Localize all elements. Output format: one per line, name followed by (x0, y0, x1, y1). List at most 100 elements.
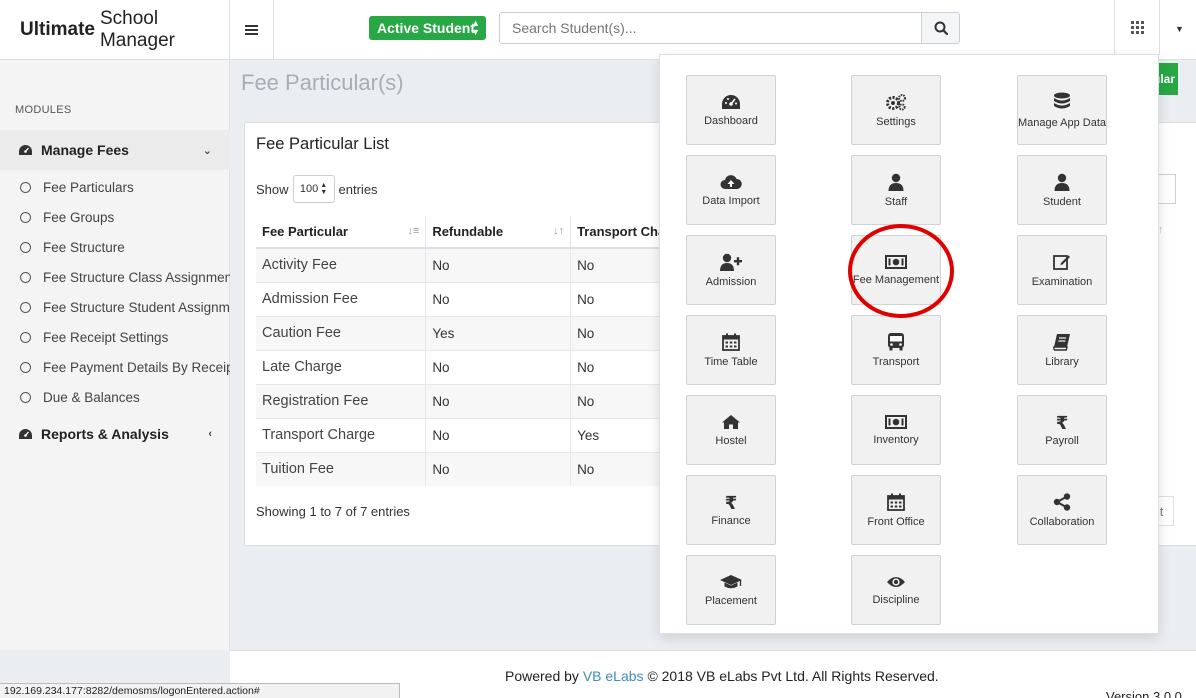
circle-icon (20, 241, 31, 253)
student-status-select[interactable]: Active Student ▲ ▼ (369, 16, 486, 40)
edit-icon (1053, 254, 1070, 270)
sidebar-group-manage-fees[interactable]: Manage Fees ⌄ (0, 130, 230, 170)
page-length-select[interactable]: 100 ▲ ▼ (292, 175, 335, 203)
app-tile-dashboard[interactable]: Dashboard (686, 75, 776, 145)
app-tile-staff[interactable]: Staff (851, 155, 941, 225)
calendar-icon (887, 493, 905, 511)
modules-section-label: MODULES (15, 104, 72, 116)
circle-icon (20, 331, 31, 343)
table-row[interactable]: Caution Fee Yes No (256, 315, 686, 350)
sidebar-item-fee-receipt-settings[interactable]: Fee Receipt Settings (0, 322, 230, 352)
table-row[interactable]: Activity Fee No No (256, 247, 686, 282)
sidebar-item-fee-structure-class-assignment[interactable]: Fee Structure Class Assignment (0, 262, 230, 292)
money-icon (885, 254, 907, 269)
graduation-cap-icon (720, 574, 742, 588)
apps-grid-button[interactable] (1114, 0, 1160, 55)
sidebar-item-due-balances[interactable]: Due & Balances (0, 382, 230, 412)
fee-particular-list-panel: Fee Particular List Show 100 ▲ ▼ entries … (244, 122, 686, 546)
menu-toggle-button[interactable] (230, 0, 274, 60)
book-icon (1053, 333, 1070, 351)
app-tile-data-import[interactable]: Data Import (686, 155, 776, 225)
student-search-input[interactable] (499, 12, 921, 44)
circle-icon (20, 301, 31, 313)
up-down-caret-icon: ▲ ▼ (471, 18, 480, 37)
table-row[interactable]: Registration Fee No No (256, 383, 686, 418)
logo-rest-text: School Manager (99, 8, 175, 51)
money-icon (885, 414, 907, 429)
sidebar-group-label: Reports & Analysis (41, 426, 169, 442)
table-row[interactable]: Transport Charge No Yes (256, 417, 686, 452)
table-row[interactable]: Tuition Fee No No (256, 451, 686, 486)
sidebar-item-label: Due & Balances (43, 389, 140, 405)
sort-icon: ↓↑ (553, 225, 565, 237)
sort-asc-icon: ↓≡ (407, 225, 420, 237)
fee-particular-table: Fee Particular ↓≡ Refundable ↓↑ Transport … (256, 216, 686, 486)
version-label: Version 3.0.0 (1106, 689, 1182, 698)
entries-label: entries (338, 181, 378, 197)
circle-icon (20, 271, 31, 283)
app-tile-manage-app-data[interactable]: Manage App Data (1017, 75, 1107, 145)
app-tile-hostel[interactable]: Hostel (686, 395, 776, 465)
page-length-value: 100 (299, 183, 319, 195)
column-header-refundable[interactable]: Refundable ↓↑ (425, 216, 572, 249)
logo-bold-text: Ultimate (20, 19, 95, 40)
app-tile-fee-management[interactable]: Fee Management (851, 235, 941, 305)
app-tile-collaboration[interactable]: Collaboration (1017, 475, 1107, 545)
panel-title: Fee Particular List (256, 135, 389, 153)
sidebar-item-label: Fee Receipt Settings (43, 329, 169, 345)
sidebar-item-fee-structure-student-assignment[interactable]: Fee Structure Student Assignment (0, 292, 230, 322)
sidebar: MODULES Manage Fees ⌄ Fee Particulars Fe… (0, 60, 230, 650)
column-header-fee-particular[interactable]: Fee Particular ↓≡ (256, 216, 427, 249)
sidebar-item-label: Fee Structure (43, 239, 125, 255)
sidebar-item-fee-payment-details[interactable]: Fee Payment Details By Receipt No (0, 352, 230, 382)
app-tile-payroll[interactable]: ₹ Payroll (1017, 395, 1107, 465)
app-tile-placement[interactable]: Placement (686, 555, 776, 625)
app-logo[interactable]: Ultimate School Manager (0, 0, 230, 60)
home-icon (722, 414, 740, 429)
table-info-text: Showing 1 to 7 of 7 entries (256, 504, 410, 519)
chevron-left-icon: ‹ (208, 428, 212, 440)
app-tile-time-table[interactable]: Time Table (686, 315, 776, 385)
search-icon (934, 21, 948, 35)
app-tile-transport[interactable]: Transport (851, 315, 941, 385)
user-icon (888, 173, 904, 191)
circle-icon (20, 211, 31, 223)
app-tile-inventory[interactable]: Inventory (851, 395, 941, 465)
app-tile-front-office[interactable]: Front Office (851, 475, 941, 545)
app-tile-library[interactable]: Library (1017, 315, 1107, 385)
search-button[interactable] (921, 12, 960, 44)
sidebar-item-fee-particulars[interactable]: Fee Particulars (0, 172, 230, 202)
student-status-label: Active Student (377, 20, 476, 36)
share-icon (1053, 492, 1071, 511)
page-length-control: Show 100 ▲ ▼ entries (256, 175, 378, 203)
app-tile-student[interactable]: Student (1017, 155, 1107, 225)
cloud-upload-icon (720, 174, 742, 189)
user-menu-caret-icon[interactable]: ▼ (1175, 24, 1184, 34)
app-tile-admission[interactable]: Admission (686, 235, 776, 305)
circle-icon (20, 391, 31, 403)
footer-text: Powered by VB eLabs © 2018 VB eLabs Pvt … (505, 668, 939, 684)
hamburger-icon (245, 25, 258, 35)
page-title: Fee Particular(s) (241, 70, 404, 95)
sidebar-item-fee-groups[interactable]: Fee Groups (0, 202, 230, 232)
cogs-icon (886, 93, 906, 111)
sidebar-group-label: Manage Fees (41, 142, 129, 158)
table-row[interactable]: Late Charge No No (256, 349, 686, 384)
table-row[interactable]: Admission Fee No No (256, 281, 686, 316)
app-tile-examination[interactable]: Examination (1017, 235, 1107, 305)
up-down-caret-icon: ▲ ▼ (320, 182, 328, 196)
app-tile-discipline[interactable]: Discipline (851, 555, 941, 625)
show-label: Show (256, 181, 289, 197)
circle-icon (20, 181, 31, 193)
browser-status-url: 192.169.234.177:8282/demosms/logonEntere… (0, 683, 400, 698)
sidebar-item-fee-structure[interactable]: Fee Structure (0, 232, 230, 262)
app-tile-finance[interactable]: ₹ Finance (686, 475, 776, 545)
grid-icon (1130, 21, 1144, 34)
company-link[interactable]: VB eLabs (583, 668, 644, 684)
user-icon (1054, 173, 1070, 191)
sidebar-item-label: Fee Particulars (43, 179, 134, 195)
rupee-icon: ₹ (724, 492, 738, 513)
top-header: Ultimate School Manager Active Student ▲… (0, 0, 1196, 60)
sidebar-group-reports-analysis[interactable]: Reports & Analysis ‹ (0, 414, 230, 454)
app-tile-settings[interactable]: Settings (851, 75, 941, 145)
